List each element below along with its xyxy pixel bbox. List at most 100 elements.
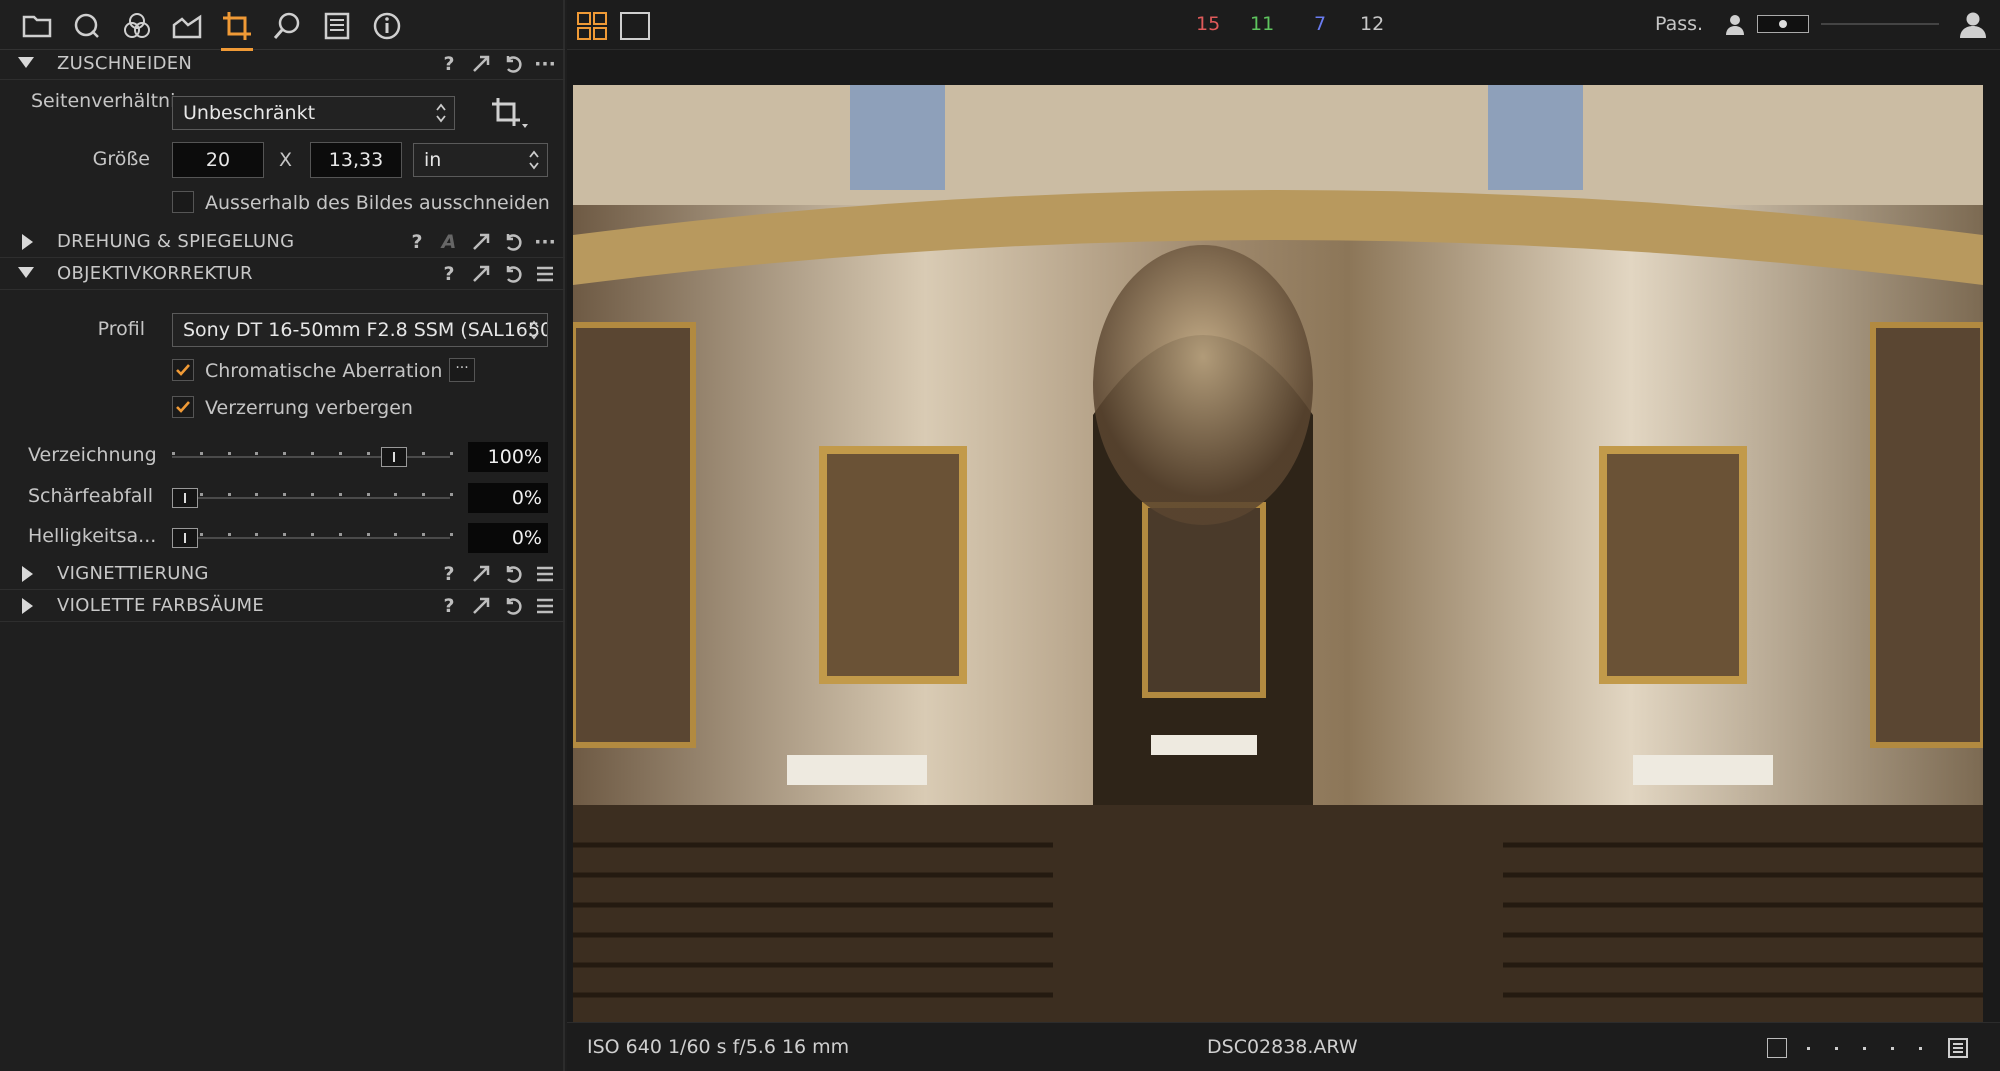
auto-icon[interactable]: A bbox=[437, 230, 461, 254]
exposure-icon bbox=[172, 14, 202, 39]
rating-reject-box[interactable] bbox=[1767, 1038, 1787, 1058]
copy-apply-icon[interactable] bbox=[469, 594, 493, 618]
copy-apply-icon[interactable] bbox=[469, 52, 493, 76]
slider-knob[interactable] bbox=[172, 528, 198, 548]
slider-tick bbox=[255, 493, 259, 496]
zoom-track[interactable] bbox=[1821, 23, 1939, 25]
collapse-arrow-icon[interactable] bbox=[22, 234, 33, 250]
zoom-slider-knob[interactable] bbox=[1779, 20, 1787, 28]
unit-dropdown[interactable]: in bbox=[413, 143, 548, 177]
chromatic-options-button[interactable]: ··· bbox=[449, 358, 475, 382]
reset-icon[interactable] bbox=[501, 52, 525, 76]
photo-preview[interactable] bbox=[573, 85, 1983, 1023]
slider-tick bbox=[227, 452, 231, 455]
exif-info: ISO 640 1/60 s f/5.6 16 mm bbox=[587, 1036, 850, 1058]
tab-info[interactable] bbox=[367, 6, 407, 46]
slider-value[interactable]: 0% bbox=[468, 483, 548, 513]
slider-tick bbox=[283, 452, 287, 455]
profile-dropdown[interactable]: Sony DT 16-50mm F2.8 SSM (SAL1650 bbox=[172, 313, 548, 347]
rating-star-dot[interactable] bbox=[1835, 1047, 1838, 1050]
tab-capture[interactable] bbox=[67, 6, 107, 46]
tab-color[interactable] bbox=[117, 6, 157, 46]
slider-knob[interactable] bbox=[172, 488, 198, 508]
crop-outside-label: Ausserhalb des Bildes ausschneiden bbox=[205, 192, 550, 214]
checkmark-icon bbox=[176, 401, 190, 413]
help-icon[interactable]: ? bbox=[437, 594, 461, 618]
tab-library[interactable] bbox=[17, 6, 57, 46]
menu-list-icon[interactable] bbox=[1947, 1037, 1969, 1059]
help-icon[interactable]: ? bbox=[437, 52, 461, 76]
tab-details[interactable] bbox=[267, 6, 307, 46]
rating-star-dot[interactable] bbox=[1807, 1047, 1810, 1050]
menu-icon[interactable] bbox=[533, 562, 557, 586]
slider-label: Verzeichnung bbox=[28, 444, 157, 466]
aspect-ratio-dropdown[interactable]: Unbeschränkt bbox=[172, 96, 455, 130]
tab-metadata[interactable] bbox=[317, 6, 357, 46]
menu-icon[interactable] bbox=[533, 594, 557, 618]
slider-value[interactable]: 100% bbox=[468, 442, 548, 472]
spin-arrows-icon bbox=[529, 150, 539, 170]
menu-icon[interactable] bbox=[533, 262, 557, 286]
section-header-purple-fringing[interactable]: VIOLETTE FARBSÄUME ? bbox=[0, 590, 565, 622]
pass-label: Pass. bbox=[1655, 13, 1704, 35]
crop-outside-checkbox[interactable] bbox=[172, 191, 194, 213]
reset-icon[interactable] bbox=[501, 262, 525, 286]
blue-count[interactable]: 7 bbox=[1314, 13, 1326, 35]
slider-label: Schärfeabfall bbox=[28, 485, 153, 507]
crop-tool-icon[interactable] bbox=[488, 94, 532, 132]
slider-tick bbox=[338, 493, 342, 496]
chromatic-aberration-checkbox[interactable] bbox=[172, 359, 194, 381]
more-options-icon[interactable]: ··· bbox=[533, 230, 557, 254]
slider-tick bbox=[255, 452, 259, 455]
green-count[interactable]: 11 bbox=[1250, 13, 1274, 35]
section-header-vignetting[interactable]: VIGNETTIERUNG ? bbox=[0, 558, 565, 590]
reset-icon[interactable] bbox=[501, 594, 525, 618]
slider-tick bbox=[311, 493, 314, 496]
section-header-rotation[interactable]: DREHUNG & SPIEGELUNG ? A ··· bbox=[0, 226, 565, 258]
grid-view-icon[interactable] bbox=[576, 11, 608, 41]
expand-arrow-icon[interactable] bbox=[18, 267, 34, 278]
slider-label: Helligkeitsa... bbox=[28, 525, 157, 547]
slider-tick bbox=[172, 452, 175, 455]
copy-apply-icon[interactable] bbox=[469, 262, 493, 286]
reset-icon[interactable] bbox=[501, 562, 525, 586]
rating-star-dot[interactable] bbox=[1863, 1047, 1866, 1050]
zoom-slider-box[interactable] bbox=[1757, 15, 1809, 33]
tab-exposure[interactable] bbox=[167, 6, 207, 46]
rating-dots[interactable] bbox=[1807, 1047, 1947, 1050]
slider-tick bbox=[199, 533, 203, 536]
slider-tick bbox=[255, 533, 259, 536]
slider-knob[interactable] bbox=[381, 447, 408, 467]
crop-icon bbox=[223, 12, 251, 40]
help-icon[interactable]: ? bbox=[437, 562, 461, 586]
help-icon[interactable]: ? bbox=[405, 230, 429, 254]
more-options-icon[interactable]: ··· bbox=[533, 52, 557, 76]
slider-track[interactable] bbox=[172, 537, 450, 539]
slider-track[interactable] bbox=[172, 456, 450, 458]
hide-distortion-checkbox[interactable] bbox=[172, 396, 194, 418]
rating-star-dot[interactable] bbox=[1919, 1047, 1922, 1050]
reset-icon[interactable] bbox=[501, 230, 525, 254]
aspect-ratio-label: Seitenverhältnis bbox=[31, 90, 186, 112]
slider-tick bbox=[366, 493, 370, 496]
tab-lens-crop[interactable] bbox=[217, 6, 257, 51]
rating-star-dot[interactable] bbox=[1891, 1047, 1894, 1050]
slider-tick bbox=[394, 533, 398, 536]
slider-value[interactable]: 0% bbox=[468, 523, 548, 553]
slider-tick bbox=[227, 493, 231, 496]
section-header-crop[interactable]: ZUSCHNEIDEN ? ··· bbox=[0, 48, 565, 80]
collapse-arrow-icon[interactable] bbox=[22, 566, 33, 582]
height-field[interactable]: 13,33 bbox=[310, 142, 402, 178]
expand-arrow-icon[interactable] bbox=[18, 57, 34, 68]
single-view-icon[interactable] bbox=[619, 11, 651, 41]
red-count[interactable]: 15 bbox=[1196, 13, 1220, 35]
copy-apply-icon[interactable] bbox=[469, 562, 493, 586]
slider-tick bbox=[450, 452, 453, 455]
copy-apply-icon[interactable] bbox=[469, 230, 493, 254]
width-field[interactable]: 20 bbox=[172, 142, 264, 178]
section-header-lens[interactable]: OBJEKTIVKORREKTUR ? bbox=[0, 258, 565, 290]
help-icon[interactable]: ? bbox=[437, 262, 461, 286]
collapse-arrow-icon[interactable] bbox=[22, 598, 33, 614]
total-count[interactable]: 12 bbox=[1360, 13, 1384, 35]
slider-track[interactable] bbox=[172, 497, 450, 499]
